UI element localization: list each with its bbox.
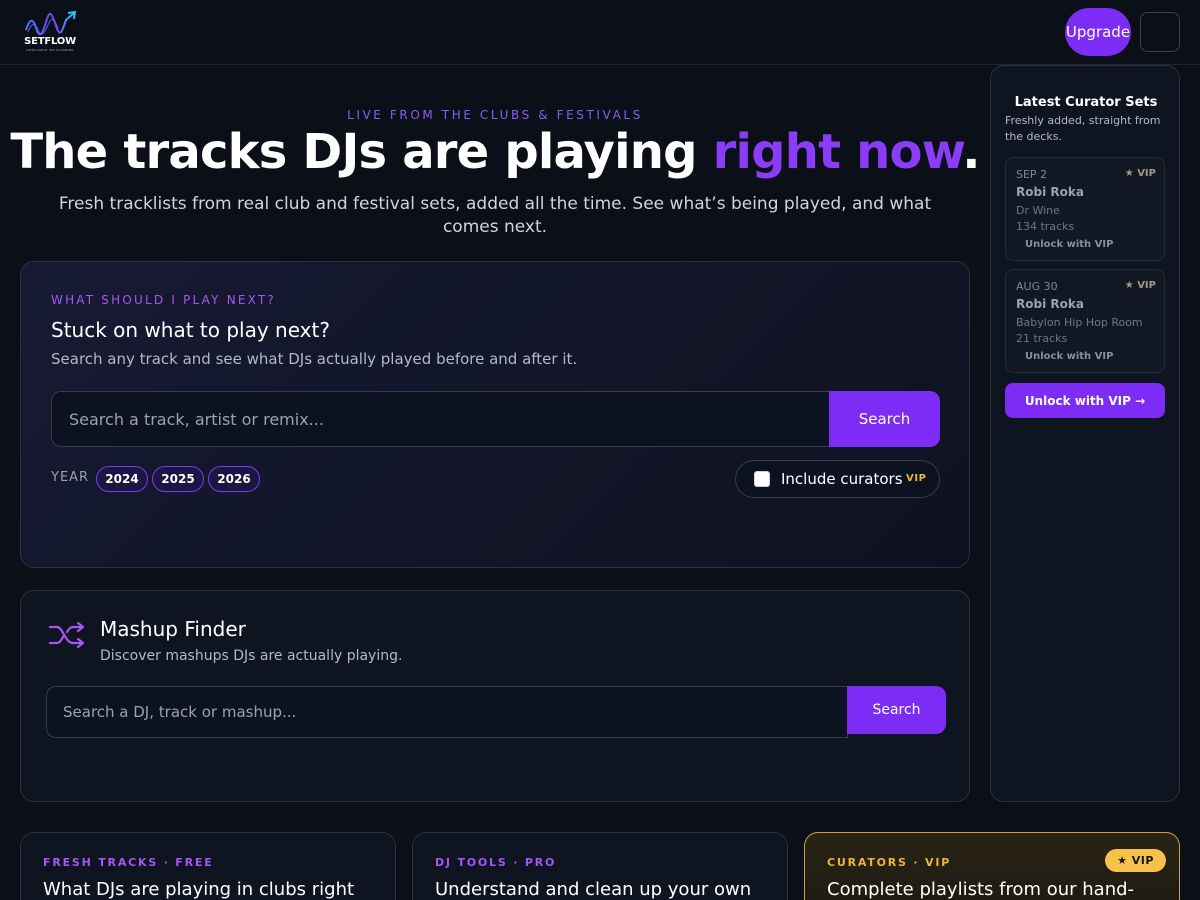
logo-wave-icon bbox=[25, 10, 77, 36]
mashup-finder-description: Discover mashups DJs are actually playin… bbox=[100, 648, 403, 664]
set-dj-name: Robi Roka bbox=[1016, 185, 1084, 199]
feature-card-fresh-tracks[interactable]: FRESH TRACKS · FREE What DJs are playing… bbox=[20, 832, 396, 900]
unlock-vip-button[interactable]: Unlock with VIP → bbox=[1005, 383, 1165, 418]
hero-eyebrow: LIVE FROM THE CLUBS & FESTIVALS bbox=[347, 108, 643, 122]
include-curators-label: Include curators bbox=[781, 470, 903, 488]
hero-title-accent: right now bbox=[712, 124, 963, 180]
curator-set-card[interactable]: SEP 2 ★ VIP Robi Roka Dr Wine 134 tracks… bbox=[1005, 157, 1165, 261]
feature-title: Complete playlists from our hand- bbox=[827, 879, 1135, 900]
curator-sets-sidebar: Latest Curator Sets Freshly added, strai… bbox=[990, 65, 1180, 802]
set-venue: Babylon Hip Hop Room bbox=[1016, 316, 1143, 329]
track-search-button[interactable]: Search bbox=[829, 391, 940, 447]
feature-title: What DJs are playing in clubs right bbox=[43, 879, 355, 900]
year-label: YEAR bbox=[51, 470, 90, 485]
next-track-eyebrow: WHAT SHOULD I PLAY NEXT? bbox=[51, 293, 276, 307]
set-track-count: 134 tracks bbox=[1016, 220, 1075, 233]
set-venue: Dr Wine bbox=[1016, 204, 1060, 217]
feature-title: Understand and clean up your own bbox=[435, 879, 752, 900]
track-search-input[interactable]: Search a track, artist or remix... bbox=[51, 391, 830, 447]
mashup-search-input[interactable]: Search a DJ, track or mashup... bbox=[46, 686, 848, 738]
year-chip-2025[interactable]: 2025 bbox=[152, 466, 204, 492]
shuffle-icon bbox=[48, 621, 85, 649]
next-track-description: Search any track and see what DJs actual… bbox=[51, 350, 578, 368]
hero-title: The tracks DJs are playing right now. bbox=[10, 124, 980, 180]
logo-text: SETFLOW bbox=[24, 36, 76, 47]
feature-eyebrow: DJ TOOLS · PRO bbox=[435, 856, 557, 869]
logo[interactable]: SETFLOW INTELLIGENT SET PLANNING bbox=[20, 10, 80, 54]
feature-eyebrow: FRESH TRACKS · FREE bbox=[43, 856, 214, 869]
logo-tagline: INTELLIGENT SET PLANNING bbox=[26, 48, 74, 52]
curator-set-card[interactable]: AUG 30 ★ VIP Robi Roka Babylon Hip Hop R… bbox=[1005, 269, 1165, 373]
hero-title-main: The tracks DJs are playing bbox=[10, 124, 713, 180]
sidebar-subtitle: Freshly added, straight from the decks. bbox=[1005, 114, 1161, 143]
set-unlock-link[interactable]: Unlock with VIP bbox=[1025, 239, 1113, 250]
upgrade-button[interactable]: Upgrade bbox=[1065, 8, 1131, 56]
set-vip-badge: ★ VIP bbox=[1124, 280, 1156, 291]
menu-button[interactable] bbox=[1140, 12, 1180, 52]
year-chip-2024[interactable]: 2024 bbox=[96, 466, 148, 492]
sidebar-title: Latest Curator Sets bbox=[1014, 95, 1158, 110]
feature-card-curators[interactable]: CURATORS · VIP Complete playlists from o… bbox=[804, 832, 1180, 900]
hero-title-end: . bbox=[962, 124, 980, 180]
mashup-search-button[interactable]: Search bbox=[847, 686, 946, 734]
set-track-count: 21 tracks bbox=[1016, 332, 1068, 345]
set-dj-name: Robi Roka bbox=[1016, 297, 1084, 311]
next-track-title: Stuck on what to play next? bbox=[51, 318, 330, 342]
top-bar: SETFLOW INTELLIGENT SET PLANNING Upgrade bbox=[0, 0, 1200, 65]
feature-card-dj-tools[interactable]: DJ TOOLS · PRO Understand and clean up y… bbox=[412, 832, 788, 900]
include-curators-checkbox[interactable] bbox=[754, 471, 770, 487]
vip-pill-badge: ★ VIP bbox=[1105, 849, 1166, 872]
set-vip-badge: ★ VIP bbox=[1124, 168, 1156, 179]
set-unlock-link[interactable]: Unlock with VIP bbox=[1025, 351, 1113, 362]
include-curators-toggle[interactable]: Include curators VIP bbox=[735, 460, 940, 498]
vip-badge: VIP bbox=[906, 473, 927, 484]
year-chip-2026[interactable]: 2026 bbox=[208, 466, 260, 492]
next-track-card: WHAT SHOULD I PLAY NEXT? Stuck on what t… bbox=[20, 261, 970, 568]
set-date: AUG 30 bbox=[1016, 280, 1058, 293]
set-date: SEP 2 bbox=[1016, 168, 1048, 181]
feature-eyebrow: CURATORS · VIP bbox=[827, 856, 952, 869]
mashup-finder-title: Mashup Finder bbox=[100, 617, 246, 641]
hero-subtitle: Fresh tracklists from real club and fest… bbox=[58, 194, 932, 237]
mashup-finder-card: Mashup Finder Discover mashups DJs are a… bbox=[20, 590, 970, 802]
